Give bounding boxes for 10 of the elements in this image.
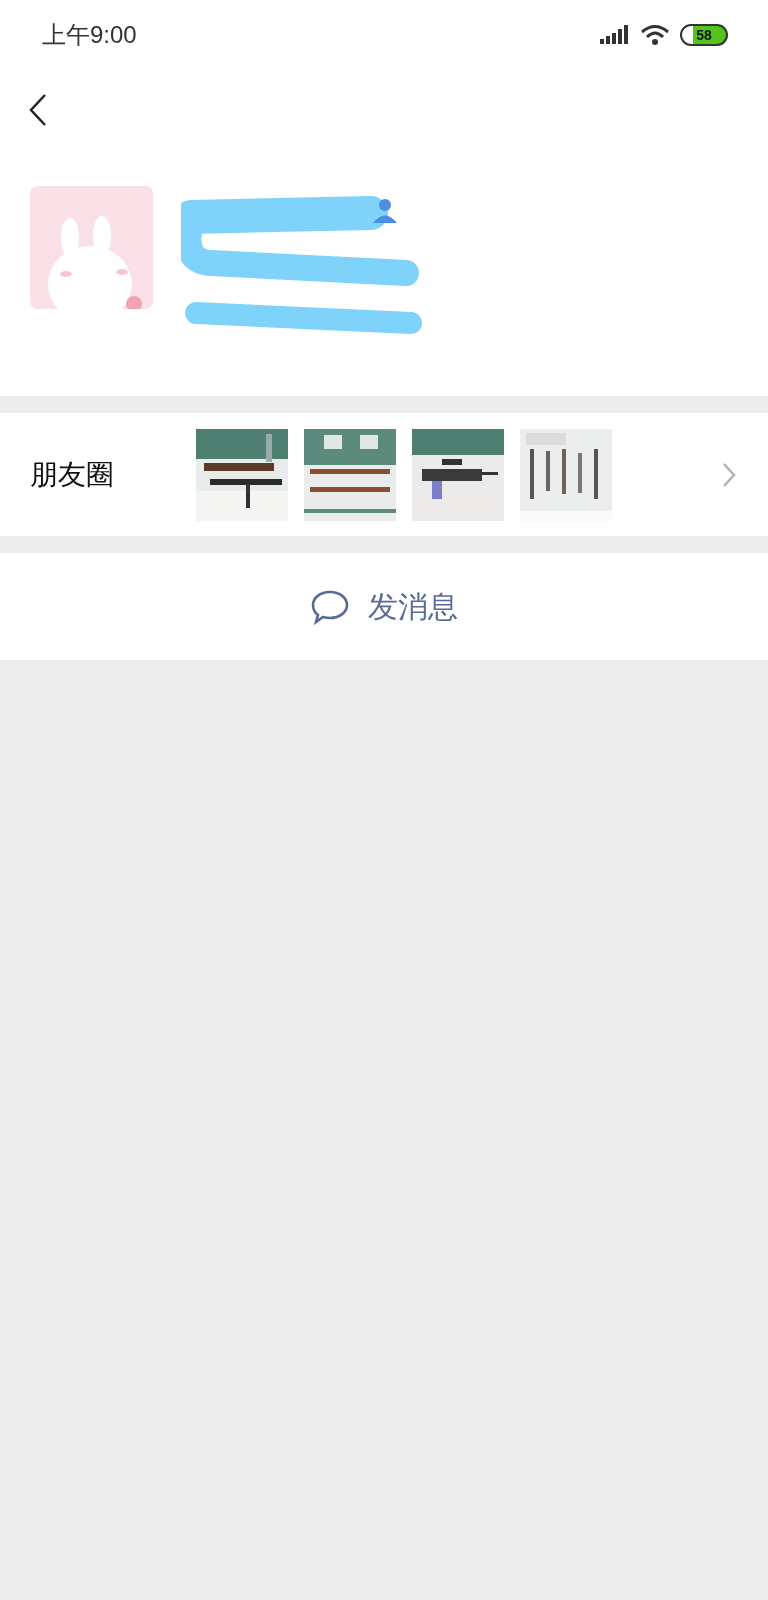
battery-icon: 58 [680, 24, 728, 46]
person-icon [371, 196, 399, 224]
chevron-right-icon [722, 461, 736, 488]
signal-icon [600, 25, 630, 45]
chat-bubble-icon [310, 588, 350, 625]
moments-label: 朋友圈 [30, 457, 115, 492]
status-time: 上午9:00 [42, 20, 137, 50]
send-message-button[interactable]: 发消息 [0, 553, 768, 660]
back-icon[interactable] [28, 93, 48, 127]
wifi-icon [640, 24, 670, 46]
